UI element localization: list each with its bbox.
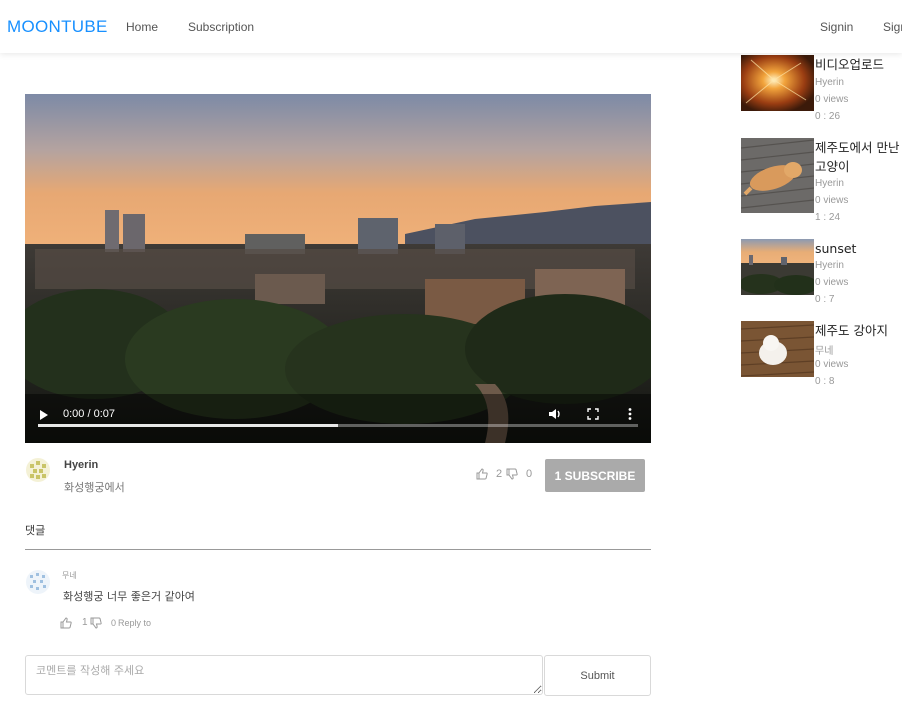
side-video-views: 0 views xyxy=(815,94,849,105)
like-icon[interactable] xyxy=(476,468,488,483)
nav-signup-link[interactable]: Signup xyxy=(883,20,902,34)
comment-dislike-icon[interactable] xyxy=(90,617,102,632)
comment-like-count: 1 xyxy=(82,617,88,628)
side-video-duration: 0 : 8 xyxy=(815,376,835,387)
navbar: MOONTUBE Home Subscription Signin Signup xyxy=(0,0,902,53)
video-author[interactable]: Hyerin xyxy=(64,459,98,471)
comment-dislike-count: 0 xyxy=(111,618,117,628)
brand-logo[interactable]: MOONTUBE xyxy=(7,17,108,37)
side-video-duration: 0 : 7 xyxy=(815,294,835,305)
video-player[interactable]: 0:00 / 0:07 xyxy=(25,94,651,443)
side-video-item[interactable]: 제주도 강아지 무네 0 views 0 : 8 xyxy=(741,321,902,391)
side-video-author: Hyerin xyxy=(815,260,844,271)
comment-input[interactable] xyxy=(25,655,543,695)
comments-divider xyxy=(25,549,651,550)
side-video-views: 0 views xyxy=(815,195,849,206)
side-video-item[interactable]: 비디오업로드 Hyerin 0 views 0 : 26 xyxy=(741,55,902,125)
side-video-title[interactable]: 제주도 강아지 xyxy=(815,321,902,340)
more-vert-icon[interactable] xyxy=(628,408,632,423)
side-video-thumbnail[interactable] xyxy=(741,55,814,111)
side-video-title[interactable]: 제주도에서 만난 고양이 xyxy=(815,138,902,176)
side-video-author: Hyerin xyxy=(815,178,844,189)
side-video-author: 무네 xyxy=(815,346,834,357)
author-avatar xyxy=(26,458,50,482)
side-video-views: 0 views xyxy=(815,359,849,370)
side-video-title[interactable]: 비디오업로드 xyxy=(815,55,902,74)
comment-like-icon[interactable] xyxy=(60,617,72,632)
side-video-duration: 1 : 24 xyxy=(815,212,841,223)
video-controls: 0:00 / 0:07 xyxy=(25,383,651,443)
time-display: 0:00 / 0:07 xyxy=(63,408,115,420)
side-video-thumbnail[interactable] xyxy=(741,239,814,295)
video-progress-fill xyxy=(38,424,338,427)
comment-submit-button[interactable]: Submit xyxy=(544,655,651,696)
video-description: 화성행궁에서 xyxy=(64,481,125,494)
subscribe-button[interactable]: 1 SUBSCRIBE xyxy=(545,459,645,492)
comment-author: 무네 xyxy=(62,571,77,580)
like-count: 2 xyxy=(496,468,503,480)
play-icon[interactable] xyxy=(39,409,49,424)
nav-signin-link[interactable]: Signin xyxy=(820,20,853,34)
dislike-icon[interactable] xyxy=(506,468,518,483)
side-video-item[interactable]: sunset Hyerin 0 views 0 : 7 xyxy=(741,239,902,309)
side-video-thumbnail[interactable] xyxy=(741,321,814,377)
comment-avatar xyxy=(26,570,50,594)
comments-title: 댓글 xyxy=(25,524,46,537)
fullscreen-icon[interactable] xyxy=(587,408,599,423)
side-video-item[interactable]: 제주도에서 만난 고양이 Hyerin 0 views 1 : 24 xyxy=(741,138,902,228)
comment-text: 화성행궁 너무 좋은거 같아여 xyxy=(63,590,195,603)
video-progress-bar[interactable] xyxy=(38,424,638,427)
dislike-count: 0 xyxy=(526,468,533,480)
side-video-title[interactable]: sunset xyxy=(815,239,902,258)
side-video-author: Hyerin xyxy=(815,77,844,88)
side-video-thumbnail[interactable] xyxy=(741,138,814,213)
comment-reply-link[interactable]: Reply to xyxy=(118,618,151,628)
nav-subscription-link[interactable]: Subscription xyxy=(188,20,254,34)
nav-home-link[interactable]: Home xyxy=(126,20,158,34)
volume-icon[interactable] xyxy=(548,408,562,423)
side-video-views: 0 views xyxy=(815,277,849,288)
side-video-duration: 0 : 26 xyxy=(815,111,841,122)
